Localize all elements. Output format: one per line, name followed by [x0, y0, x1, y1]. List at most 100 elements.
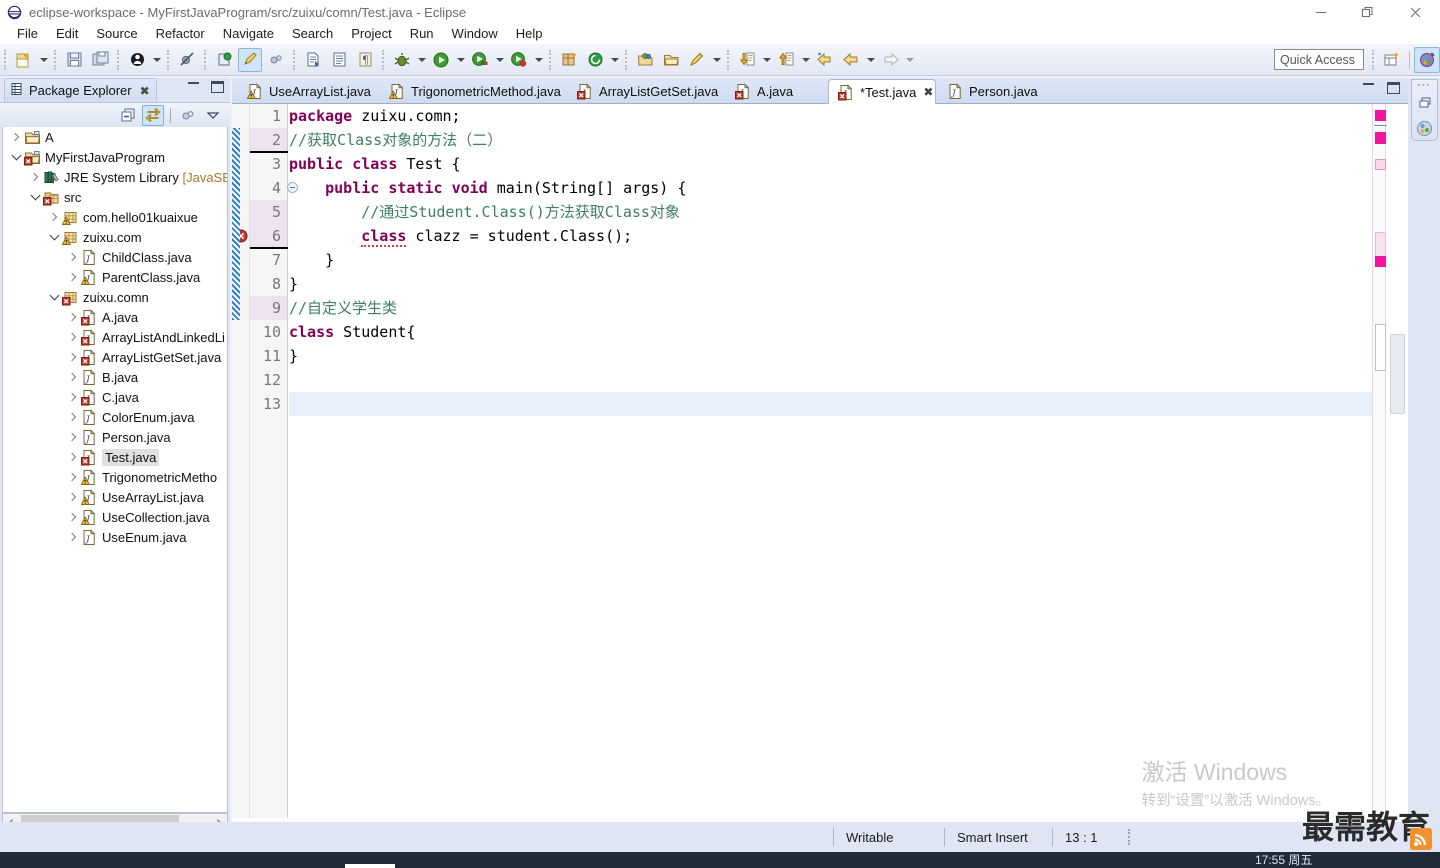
minimize-editor-icon[interactable] [1363, 82, 1374, 85]
minimize-button[interactable] [1298, 0, 1344, 24]
back-dropdown-icon[interactable] [864, 48, 877, 72]
focus-on-active-task-icon[interactable] [177, 105, 199, 126]
tree-item-com-hello01kuaixue[interactable]: com.hello01kuaixue [3, 207, 227, 227]
open-package-icon[interactable] [633, 48, 657, 72]
status-handle[interactable] [1127, 829, 1131, 845]
menu-refactor[interactable]: Refactor [147, 24, 214, 44]
skip-all-breakpoints-icon[interactable] [175, 48, 199, 72]
tree-item-c-java[interactable]: JC.java [3, 387, 227, 407]
editor-vscrollbar[interactable] [1387, 104, 1408, 818]
new-java-class-icon[interactable] [125, 48, 149, 72]
expand-arrow-icon[interactable] [66, 487, 80, 507]
editor-tab-arraylistgetset[interactable]: J ArrayListGetSet.java [568, 79, 720, 104]
close-icon[interactable]: ✖ [140, 84, 150, 98]
run-icon[interactable] [429, 48, 453, 72]
external-tools-icon[interactable] [507, 48, 531, 72]
tree-item-parentclass-java[interactable]: J ParentClass.java [3, 267, 227, 287]
toggle-breakpoint-icon[interactable] [212, 48, 236, 72]
save-all-icon[interactable] [88, 48, 112, 72]
editor-tab-usearraylist[interactable]: J UseArrayList.java [238, 79, 374, 104]
forward-dropdown-icon[interactable] [903, 48, 916, 72]
link-with-editor-icon[interactable] [142, 104, 164, 126]
expand-arrow-icon[interactable] [66, 307, 80, 327]
debug-dropdown-icon[interactable] [415, 48, 428, 72]
overview-status-indicator[interactable] [1375, 110, 1386, 121]
tree-item-zuixu-comn[interactable]: zuixu.comn [3, 287, 227, 307]
tree-item-src[interactable]: src [3, 187, 227, 207]
forward-icon[interactable] [878, 48, 902, 72]
collapse-arrow-icon[interactable] [9, 147, 23, 167]
java-perspective-icon[interactable] [1414, 46, 1440, 73]
new-editor-icon[interactable] [327, 48, 351, 72]
close-button[interactable] [1390, 0, 1440, 24]
expand-arrow-icon[interactable] [66, 507, 80, 527]
next-annotation-icon[interactable] [735, 48, 759, 72]
expand-arrow-icon[interactable] [66, 267, 80, 287]
toggle-block-selection-icon[interactable] [264, 48, 288, 72]
expand-arrow-icon[interactable] [66, 447, 80, 467]
tree-item-childclass-java[interactable]: J ChildClass.java [3, 247, 227, 267]
run-coverage-dropdown-icon[interactable] [493, 48, 506, 72]
expand-arrow-icon[interactable] [9, 127, 23, 147]
new-annotation-icon[interactable] [583, 48, 607, 72]
menu-run[interactable]: Run [401, 24, 443, 44]
drag-handle[interactable]: ▪▪▪ [1418, 82, 1431, 89]
package-explorer-tree[interactable]: A MyFirstJavaProgram JRE System Library [J… [2, 127, 228, 813]
java-perspective-icon[interactable] [1414, 117, 1436, 139]
editor-tab-test[interactable]: J *Test.java ✖ [828, 79, 936, 104]
paragraph-icon[interactable]: ¶ [353, 48, 377, 72]
overview-marker[interactable] [1375, 324, 1386, 371]
vscroll-thumb[interactable] [1390, 334, 1405, 414]
next-annotation-dropdown-icon[interactable] [760, 48, 773, 72]
tree-item-person-java[interactable]: J Person.java [3, 427, 227, 447]
run-coverage-icon[interactable] [468, 48, 492, 72]
expand-arrow-icon[interactable] [66, 407, 80, 427]
toggle-mark-occurrences-icon[interactable] [238, 47, 262, 72]
tree-item-a[interactable]: A [3, 127, 227, 147]
tree-item-trigonometricmetho[interactable]: J TrigonometricMetho [3, 467, 227, 487]
overview-marker[interactable] [1375, 256, 1386, 267]
new-wizard-icon[interactable] [12, 48, 36, 72]
tree-item-arraylistgetset-java[interactable]: JArrayListGetSet.java [3, 347, 227, 367]
menu-navigate[interactable]: Navigate [214, 24, 283, 44]
tree-item-zuixu-com[interactable]: zuixu.com [3, 227, 227, 247]
external-tools-dropdown-icon[interactable] [532, 48, 545, 72]
menu-source[interactable]: Source [87, 24, 146, 44]
code-text-area[interactable]: package zuixu.comn; //获取Class对象的方法（二） publ… [289, 104, 1372, 818]
editor-tab-person[interactable]: J Person.java [938, 79, 1048, 104]
open-resource-icon[interactable] [685, 48, 709, 72]
tree-item-a-java[interactable]: JA.java [3, 307, 227, 327]
collapse-arrow-icon[interactable] [28, 187, 42, 207]
menu-file[interactable]: File [8, 24, 47, 44]
tree-item-jre-system-library[interactable]: JRE System Library [JavaSE- [3, 167, 227, 187]
view-menu-icon[interactable] [202, 105, 224, 126]
previous-annotation-icon[interactable] [774, 48, 798, 72]
tree-item-b-java[interactable]: J B.java [3, 367, 227, 387]
expand-arrow-icon[interactable] [66, 367, 80, 387]
maximize-button[interactable] [1344, 0, 1390, 24]
menu-help[interactable]: Help [507, 24, 552, 44]
tree-item-arraylistandlinkedli[interactable]: JArrayListAndLinkedLi [3, 327, 227, 347]
expand-arrow-icon[interactable] [66, 387, 80, 407]
collapse-arrow-icon[interactable] [47, 287, 61, 307]
collapse-arrow-icon[interactable] [47, 227, 61, 247]
back-icon[interactable] [839, 48, 863, 72]
annotation-ruler[interactable] [232, 104, 250, 818]
new-annotation-dropdown-icon[interactable] [608, 48, 621, 72]
expand-arrow-icon[interactable] [66, 527, 80, 547]
menu-window[interactable]: Window [443, 24, 507, 44]
run-dropdown-icon[interactable] [454, 48, 467, 72]
tree-item-usearraylist-java[interactable]: J UseArrayList.java [3, 487, 227, 507]
close-icon[interactable]: ✖ [923, 85, 933, 99]
overview-marker[interactable] [1375, 132, 1386, 144]
editor-tab-a[interactable]: J A.java [726, 79, 810, 104]
overview-ruler[interactable] [1372, 104, 1387, 818]
maximize-editor-icon[interactable] [1387, 82, 1400, 94]
menu-project[interactable]: Project [342, 24, 400, 44]
tree-item-test-java[interactable]: JTest.java [3, 447, 227, 467]
editor-tab-trigonometricmethod[interactable]: J TrigonometricMethod.java [380, 79, 562, 104]
previous-annotation-dropdown-icon[interactable] [799, 48, 812, 72]
tree-item-usecollection-java[interactable]: J UseCollection.java [3, 507, 227, 527]
open-folder-icon[interactable] [659, 48, 683, 72]
quick-access-input[interactable]: Quick Access [1274, 49, 1364, 70]
